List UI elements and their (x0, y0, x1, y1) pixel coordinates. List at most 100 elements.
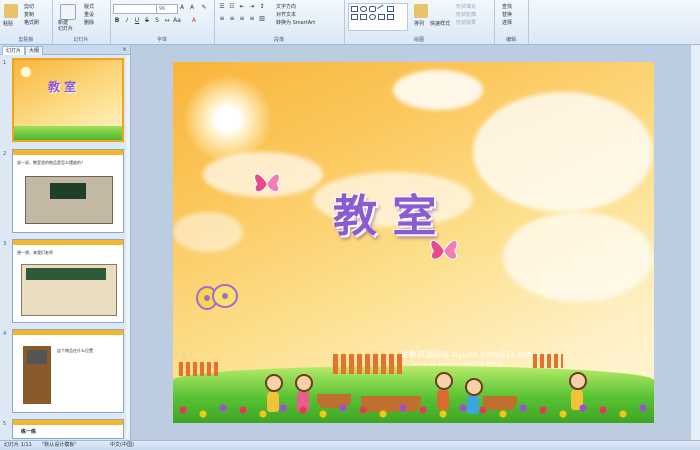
clipboard-group: 粘贴 剪切 复制 格式刷 剪贴板 (0, 0, 53, 44)
paragraph-group: ☰ ☷ ⇤ ⇥ ↕ ≡ ≡ ≡ ≡ ▥ 文字方向 对齐文本 转换为 SmartA… (214, 0, 345, 44)
copy-button[interactable]: 复制 (24, 11, 34, 18)
top-border (13, 240, 123, 245)
pane-scrollbar[interactable] (126, 55, 130, 439)
grass-strip (14, 126, 122, 140)
close-pane-icon[interactable]: × (122, 46, 127, 53)
text-direction-button[interactable]: 文字方向 (276, 3, 296, 10)
thumb-text: 说一说，教室里的物品是怎么摆放的？ (17, 160, 85, 165)
thumb-text: 想一想，来我们老师 (17, 250, 53, 255)
shadow-icon[interactable]: S (153, 17, 161, 25)
increase-indent-icon[interactable]: ⇥ (248, 3, 256, 11)
select-button[interactable]: 选择 (502, 19, 512, 26)
strikethrough-icon[interactable]: S (143, 17, 151, 25)
quick-styles-button[interactable]: 快速样式 (430, 20, 450, 27)
align-left-icon[interactable]: ≡ (218, 15, 226, 23)
slide-number: 3 (3, 241, 7, 247)
change-case-icon[interactable]: Aa (173, 17, 181, 25)
arrow-shape-icon[interactable] (387, 6, 394, 12)
font-color-icon[interactable]: A (190, 17, 198, 25)
editing-group: 查找 替换 选择 编辑 (494, 0, 529, 44)
rectangle-shape-icon[interactable] (351, 6, 358, 12)
shapes-gallery[interactable] (348, 3, 408, 31)
brace-shape-icon[interactable] (387, 14, 394, 20)
slide-number: 5 (3, 421, 7, 427)
paste-button[interactable]: 粘贴 (3, 20, 13, 27)
slide-preview: 想一想，来我们老师 (12, 239, 124, 323)
blackboard (50, 183, 86, 199)
grow-font-icon[interactable]: A (178, 4, 186, 12)
callout-shape-icon[interactable] (378, 14, 385, 20)
arrange-icon[interactable] (414, 4, 428, 18)
slide-title[interactable]: 教 室 (333, 180, 436, 244)
format-painter-button[interactable]: 格式刷 (24, 19, 39, 26)
font-name-field[interactable] (113, 4, 157, 14)
bullets-icon[interactable]: ☰ (218, 3, 226, 11)
fence (179, 362, 219, 376)
new-slide-button[interactable]: 新建 幻灯片 (58, 20, 73, 32)
tab-slides[interactable]: 幻灯片 (2, 46, 26, 55)
line-shape-icon[interactable] (376, 4, 387, 14)
layout-button[interactable]: 版式 (84, 3, 94, 10)
italic-icon[interactable]: I (123, 17, 131, 25)
line-spacing-icon[interactable]: ↕ (258, 3, 266, 11)
shrink-font-icon[interactable]: A (188, 4, 196, 12)
replace-button[interactable]: 替换 (502, 11, 512, 18)
heart-shape-icon[interactable] (369, 14, 376, 20)
reset-button[interactable]: 重设 (84, 11, 94, 18)
numbering-icon[interactable]: ☷ (228, 3, 236, 11)
thumb-title: 教 室 (48, 80, 77, 94)
cabinet-illustration (23, 346, 51, 404)
slide-number: 2 (3, 151, 7, 157)
top-border (13, 150, 123, 155)
pane-tabs: 幻灯片 大纲 × (0, 45, 130, 55)
classroom-photo (25, 176, 113, 224)
align-text-button[interactable]: 对齐文本 (276, 11, 296, 18)
shape-outline-button[interactable]: 形状轮廓 (456, 11, 476, 18)
clipboard-label: 剪贴板 (18, 37, 34, 43)
slide-editor: 教 室 幼教资源网站 ziyuan.baby611.com 课件下载 儿歌 故事… (131, 45, 700, 440)
delete-button[interactable]: 删除 (84, 19, 94, 26)
rounded-rect-shape-icon[interactable] (369, 6, 376, 12)
current-slide[interactable]: 教 室 幼教资源网站 ziyuan.baby611.com 课件下载 儿歌 故事… (173, 62, 654, 423)
cut-button[interactable]: 剪切 (24, 3, 34, 10)
oval-shape-icon[interactable] (360, 6, 367, 12)
shape-fill-button[interactable]: 形状填充 (456, 3, 476, 10)
slides-pane: 幻灯片 大纲 × 1 教 室 2 说一说，教室里的物品是怎么摆放的？ 3 想一想… (0, 45, 131, 440)
top-border (13, 330, 123, 335)
drawing-group: 排列 快速样式 形状填充 形状轮廓 形状效果 绘图 (344, 0, 495, 44)
align-right-icon[interactable]: ≡ (238, 15, 246, 23)
columns-icon[interactable]: ▥ (258, 15, 266, 23)
bold-icon[interactable]: B (113, 17, 121, 25)
fence (333, 354, 403, 374)
slide-number: 4 (3, 331, 7, 337)
cloud (503, 212, 653, 302)
clear-format-icon[interactable]: ✎ (200, 4, 208, 12)
find-button[interactable]: 查找 (502, 3, 512, 10)
underline-icon[interactable]: U (133, 17, 141, 25)
cloud (473, 92, 653, 212)
editing-label: 编辑 (505, 37, 516, 43)
shape-effects-button[interactable]: 形状效果 (456, 19, 476, 26)
new-slide-icon[interactable] (60, 4, 76, 20)
star-shape-icon[interactable] (360, 14, 367, 20)
font-size-field[interactable]: 96 (156, 4, 178, 14)
arrange-button[interactable]: 排列 (414, 20, 424, 27)
sun-icon (20, 66, 32, 78)
ribbon: 粘贴 剪切 复制 格式刷 剪贴板 新建 幻灯片 版式 重设 删除 幻灯片 96 … (0, 0, 700, 45)
thumb-text: 这个物品在什么位置 (57, 348, 93, 353)
vertical-scrollbar[interactable] (690, 45, 700, 440)
smartart-button[interactable]: 转换为 SmartArt (276, 19, 315, 26)
classroom-illustration (21, 264, 117, 316)
decrease-indent-icon[interactable]: ⇤ (238, 3, 246, 11)
tab-outline[interactable]: 大纲 (25, 46, 44, 55)
align-center-icon[interactable]: ≡ (228, 15, 236, 23)
slides-label: 幻灯片 (73, 37, 89, 43)
paste-icon[interactable] (4, 4, 18, 18)
paragraph-label: 段落 (273, 37, 284, 43)
font-label: 字体 (156, 37, 167, 43)
slide-preview: 练一练 (12, 419, 124, 439)
justify-icon[interactable]: ≡ (248, 15, 256, 23)
slide-number: 1 (3, 60, 7, 66)
triangle-shape-icon[interactable] (351, 14, 358, 20)
spacing-icon[interactable]: ↔ (163, 17, 171, 25)
